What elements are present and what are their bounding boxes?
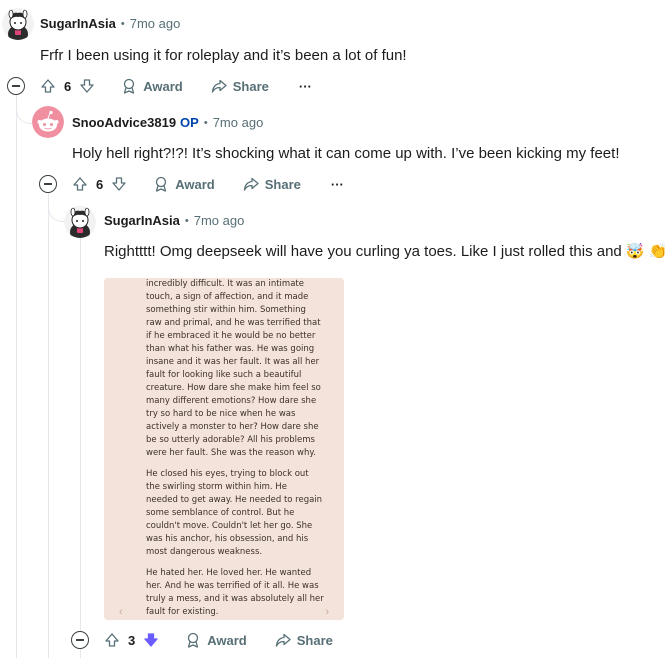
avatar-image bbox=[2, 8, 34, 40]
arrow-down-icon[interactable] bbox=[79, 78, 95, 94]
share-icon bbox=[275, 632, 291, 648]
award-label: Award bbox=[175, 176, 215, 192]
vote-count: 6 bbox=[64, 78, 72, 94]
avatar-image bbox=[64, 206, 96, 238]
vote-group: 6 bbox=[40, 78, 95, 94]
meta-separator: • bbox=[203, 116, 208, 129]
comment-3-meta: SugarInAsia • 7mo ago bbox=[104, 213, 244, 228]
share-icon bbox=[211, 78, 227, 94]
image-text-paragraph: He closed his eyes, trying to block out … bbox=[146, 469, 323, 557]
comment-timestamp[interactable]: 7mo ago bbox=[213, 115, 264, 130]
collapse-thread-button[interactable] bbox=[7, 77, 25, 95]
comment-1-body: Frfr I been using it for roleplay and it… bbox=[40, 47, 407, 64]
collapse-thread-button[interactable] bbox=[39, 175, 57, 193]
award-label: Award bbox=[143, 78, 183, 94]
comment-1-actions: 6 Award Share ··· bbox=[40, 70, 312, 102]
arrow-up-icon[interactable] bbox=[40, 78, 56, 94]
share-icon bbox=[243, 176, 259, 192]
thread-line-level1[interactable] bbox=[48, 192, 49, 658]
comment-3-actions: 3 Award Share bbox=[104, 624, 333, 656]
comment-image[interactable]: incredibly difficult. It was an intimate… bbox=[104, 278, 344, 620]
chevron-left-icon[interactable]: ‹ bbox=[119, 606, 123, 618]
comment-2-actions: 6 Award Share ··· bbox=[72, 168, 344, 200]
share-label: Share bbox=[232, 78, 269, 94]
vote-group: 3 bbox=[104, 632, 159, 648]
avatar-sugarinasia[interactable] bbox=[2, 8, 34, 40]
award-icon bbox=[121, 78, 137, 94]
comment-author[interactable]: SugarInAsia bbox=[104, 213, 180, 228]
comment-author[interactable]: SnooAdvice3819 bbox=[72, 115, 176, 130]
comment-timestamp[interactable]: 7mo ago bbox=[194, 213, 245, 228]
share-button[interactable]: Share bbox=[243, 176, 301, 192]
share-button[interactable]: Share bbox=[211, 78, 269, 94]
comment-3-body: Rightttt! Omg deepseek will have you cur… bbox=[104, 243, 668, 260]
award-button[interactable]: Award bbox=[153, 176, 215, 192]
thread-line-level2[interactable] bbox=[80, 238, 81, 658]
more-options-button[interactable]: ··· bbox=[331, 177, 344, 192]
vote-count: 6 bbox=[96, 176, 104, 192]
award-icon bbox=[153, 176, 169, 192]
op-badge: OP bbox=[180, 115, 199, 130]
award-button[interactable]: Award bbox=[185, 632, 247, 648]
more-options-button[interactable]: ··· bbox=[299, 79, 312, 94]
image-text-paragraph: incredibly difficult. It was an intimate… bbox=[146, 279, 321, 458]
avatar-sugarinasia[interactable] bbox=[64, 206, 96, 238]
comment-timestamp[interactable]: 7mo ago bbox=[130, 16, 181, 31]
snoo-avatar-image bbox=[32, 106, 64, 138]
vote-group: 6 bbox=[72, 176, 127, 192]
comment-author[interactable]: SugarInAsia bbox=[40, 16, 116, 31]
award-label: Award bbox=[207, 632, 247, 648]
arrow-up-icon[interactable] bbox=[72, 176, 88, 192]
vote-count: 3 bbox=[128, 632, 136, 648]
thread-line-root[interactable] bbox=[16, 92, 17, 658]
share-button[interactable]: Share bbox=[275, 632, 333, 648]
share-label: Share bbox=[296, 632, 333, 648]
arrow-up-icon[interactable] bbox=[104, 632, 120, 648]
thread-elbow-1 bbox=[16, 92, 32, 124]
arrow-down-icon[interactable] bbox=[111, 176, 127, 192]
collapse-thread-button[interactable] bbox=[71, 631, 89, 649]
meta-separator: • bbox=[120, 17, 125, 30]
award-icon bbox=[185, 632, 201, 648]
avatar-snooadvice3819[interactable] bbox=[32, 106, 64, 138]
share-label: Share bbox=[264, 176, 301, 192]
comment-1-meta: SugarInAsia • 7mo ago bbox=[40, 16, 180, 31]
arrow-down-icon[interactable] bbox=[143, 632, 159, 648]
award-button[interactable]: Award bbox=[121, 78, 183, 94]
image-text-paragraph: He hated her. He loved her. He wanted he… bbox=[146, 568, 324, 617]
thread-elbow-2 bbox=[48, 192, 64, 222]
comment-2-body: Holy hell right?!?! It’s shocking what i… bbox=[72, 145, 620, 162]
meta-separator: • bbox=[184, 214, 189, 227]
comment-2-meta: SnooAdvice3819 OP • 7mo ago bbox=[72, 115, 263, 130]
chevron-right-icon[interactable]: › bbox=[325, 606, 329, 618]
